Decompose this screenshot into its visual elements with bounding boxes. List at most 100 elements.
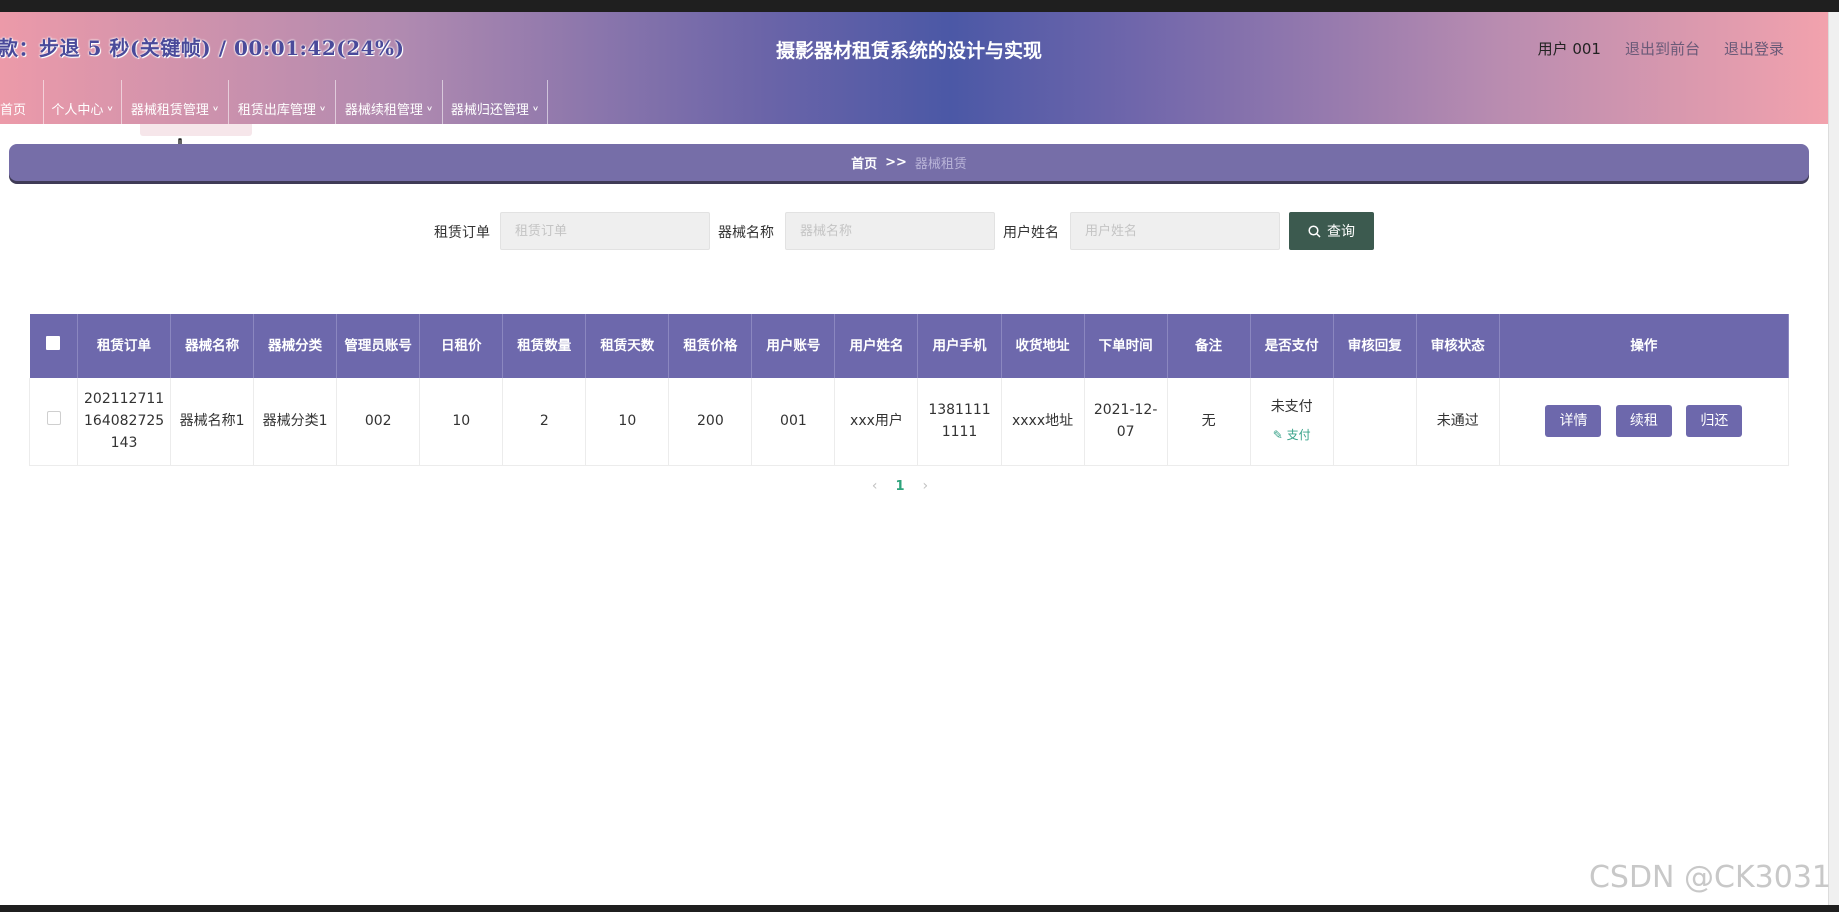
column-header: 收货地址 [1001, 314, 1085, 378]
chevron-down-icon: ∨ [531, 104, 540, 112]
order-label: 租赁订单 [434, 225, 490, 241]
logout-link[interactable]: 退出登录 [1724, 38, 1784, 59]
cell-phone: 1381111 1111 [917, 378, 1002, 466]
query-button-label: 查询 [1327, 224, 1355, 240]
edit-icon: ✎ [1272, 428, 1283, 443]
nav-item-equipment-return[interactable]: 器械归还管理 ∨ [443, 80, 548, 136]
search-bar: 租赁订单 器械名称 用户姓名 查询 [0, 212, 1839, 250]
nav-item-label: 租赁出库管理 [237, 102, 316, 118]
cell-user-account: 001 [751, 378, 836, 466]
page-number[interactable]: 1 [895, 479, 904, 494]
cell-paid: 未支付 ✎ 支付 [1250, 378, 1334, 466]
nav-item-label: 器械租赁管理 [130, 102, 209, 118]
order-line: 164082725 [84, 413, 165, 430]
rental-table: 租赁订单 器械名称 器械分类 管理员账号 日租价 租赁数量 租赁天数 租赁价格 … [28, 314, 1790, 466]
nav-item-personal-center[interactable]: 个人中心 ∨ [44, 80, 122, 136]
nav-item-equipment-renewal[interactable]: 器械续租管理 ∨ [336, 80, 443, 136]
pagination: ‹ 1 › [0, 478, 1800, 494]
column-header: 备注 [1167, 314, 1251, 378]
cell-reply [1333, 378, 1417, 466]
current-user: 用户 001 [1537, 40, 1601, 58]
cell-days: 10 [585, 378, 670, 466]
breadcrumb-separator: >> [885, 155, 907, 170]
breadcrumb-current: 器械租赁 [914, 157, 967, 172]
column-header: 审核状态 [1416, 314, 1500, 378]
window-bottom-strip [0, 905, 1839, 912]
cell-equipment: 器械名称1 [170, 378, 255, 466]
column-header: 是否支付 [1250, 314, 1334, 378]
pay-link[interactable]: ✎ 支付 [1257, 424, 1327, 446]
renew-button[interactable]: 续租 [1615, 405, 1672, 438]
cell-order: 202112711 164082725 143 [77, 378, 172, 466]
window-top-strip [0, 0, 1839, 12]
nav-item-label: 首页 [0, 102, 27, 118]
order-line: 143 [110, 435, 138, 452]
column-header: 租赁天数 [585, 314, 670, 378]
equipment-search-input[interactable] [785, 212, 995, 250]
paid-status: 未支付 [1270, 399, 1313, 416]
row-checkbox[interactable] [46, 411, 61, 426]
column-header: 操作 [1499, 314, 1790, 378]
watermark: CSDN @CK3031 [1588, 860, 1831, 895]
chevron-down-icon: ∨ [425, 104, 434, 112]
back-to-front-link[interactable]: 退出到前台 [1625, 38, 1700, 59]
nav-item-label: 器械归还管理 [450, 102, 529, 118]
query-button[interactable]: 查询 [1289, 212, 1374, 250]
column-header: 管理员账号 [336, 314, 421, 378]
cell-remark: 无 [1167, 378, 1251, 466]
cell-price: 200 [668, 378, 753, 466]
chevron-down-icon: ∨ [106, 104, 114, 112]
search-icon [1308, 224, 1321, 238]
column-header: 器械名称 [170, 314, 255, 378]
username-search-input[interactable] [1070, 212, 1280, 250]
order-search-input[interactable] [500, 212, 710, 250]
pay-link-label: 支付 [1286, 428, 1311, 443]
column-header: 租赁数量 [502, 314, 587, 378]
date-line: 07 [1116, 424, 1135, 441]
cell-status: 未通过 [1416, 378, 1500, 466]
table-row: 202112711 164082725 143 器械名称1 器械分类1 002 … [28, 378, 1790, 466]
breadcrumb-home[interactable]: 首页 [851, 153, 877, 172]
nav-item-label: 器械续租管理 [344, 102, 423, 118]
order-line: 202112711 [84, 391, 165, 408]
column-header: 用户账号 [751, 314, 836, 378]
vertical-scrollbar[interactable] [1828, 12, 1839, 912]
column-header: 器械分类 [253, 314, 338, 378]
cell-date: 2021-12- 07 [1084, 378, 1168, 466]
column-header: 用户姓名 [834, 314, 919, 378]
select-all-checkbox[interactable] [46, 336, 61, 350]
next-page-icon[interactable]: › [923, 478, 929, 494]
cell-address: xxxx地址 [1001, 378, 1085, 466]
cell-actions: 详情 续租 归还 [1499, 378, 1790, 466]
phone-line: 1381111 [928, 402, 991, 419]
nav-item-home[interactable]: 首页 [0, 80, 44, 136]
equipment-label: 器械名称 [718, 225, 774, 241]
row-select-cell [28, 378, 79, 466]
column-header: 用户手机 [917, 314, 1002, 378]
breadcrumb: 首页 >> 器械租赁 [9, 144, 1809, 181]
column-header: 租赁价格 [668, 314, 753, 378]
cell-quantity: 2 [502, 378, 587, 466]
select-all-cell [29, 314, 79, 378]
return-button[interactable]: 归还 [1686, 405, 1743, 438]
detail-button[interactable]: 详情 [1545, 405, 1602, 438]
cell-user-name: xxx用户 [834, 378, 919, 466]
dropdown-menu-remnant [140, 124, 252, 136]
prev-page-icon[interactable]: ‹ [872, 478, 878, 494]
cell-daily-price: 10 [419, 378, 504, 466]
column-header: 租赁订单 [77, 314, 172, 378]
user-area: 用户 001 退出到前台 退出登录 [1538, 38, 1784, 59]
username-label: 用户姓名 [1003, 225, 1059, 241]
column-header: 下单时间 [1084, 314, 1168, 378]
table-header-row: 租赁订单 器械名称 器械分类 管理员账号 日租价 租赁数量 租赁天数 租赁价格 … [29, 314, 1790, 378]
nav-item-label: 个人中心 [51, 102, 104, 118]
column-header: 日租价 [419, 314, 504, 378]
chevron-down-icon: ∨ [318, 104, 327, 112]
cell-admin: 002 [336, 378, 421, 466]
main-nav: 首页 个人中心 ∨ 器械租赁管理 ∨ 租赁出库管理 ∨ 器械续租管理 ∨ 器械归还管理 ∨ [0, 80, 548, 136]
column-header: 审核回复 [1333, 314, 1417, 378]
date-line: 2021-12- [1093, 402, 1158, 419]
phone-line: 1111 [941, 424, 978, 441]
cell-category: 器械分类1 [253, 378, 338, 466]
chevron-down-icon: ∨ [211, 104, 220, 112]
